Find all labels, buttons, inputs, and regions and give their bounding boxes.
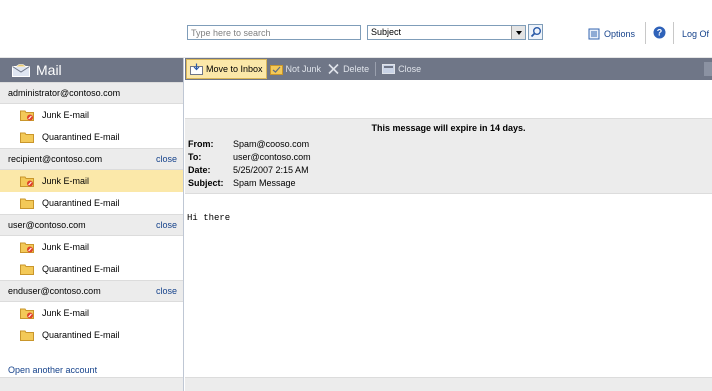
folder-quarantined-email[interactable]: Quarantined E-mail [0, 192, 183, 214]
folder-label: Quarantined E-mail [42, 330, 120, 340]
folder-label: Quarantined E-mail [42, 132, 120, 142]
account-header: recipient@contoso.com close [0, 148, 183, 170]
left-pane-footer [0, 377, 183, 391]
from-value: Spam@cooso.com [233, 139, 310, 149]
folder-label: Quarantined E-mail [42, 264, 120, 274]
options-label: Options [604, 29, 636, 39]
account-header: user@contoso.com close [0, 214, 183, 236]
close-account-link[interactable]: close [156, 154, 177, 164]
log-off-link[interactable]: Log Of [682, 27, 709, 41]
mail-icon [12, 63, 30, 77]
folder-label: Junk E-mail [42, 308, 90, 318]
message-header: This message will expire in 14 days. Fro… [185, 118, 712, 194]
message-toolbar: Move to Inbox Not Junk Delete Close [185, 58, 712, 80]
close-message-button[interactable]: Close [379, 59, 424, 79]
junk-folder-icon [20, 176, 34, 187]
navigation-pane: Mail administrator@contoso.com Junk E-ma… [0, 58, 184, 391]
move-to-inbox-icon [190, 63, 203, 75]
options-link[interactable]: Options [588, 27, 635, 41]
toolbar-overflow-handle[interactable] [704, 62, 712, 76]
message-body: Hi there [187, 213, 231, 223]
date-row: Date: 5/25/2007 2:15 AM [188, 165, 309, 175]
folder-quarantined-email[interactable]: Quarantined E-mail [0, 258, 183, 280]
open-another-account-link[interactable]: Open another account [8, 365, 97, 375]
account-email: user@contoso.com [8, 220, 86, 230]
junk-folder-icon [20, 110, 34, 121]
folder-icon [20, 198, 34, 209]
move-to-inbox-button[interactable]: Move to Inbox [186, 59, 267, 79]
expiry-notice: This message will expire in 14 days. [371, 123, 526, 133]
from-label: From: [188, 139, 214, 149]
from-row: From: Spam@cooso.com [188, 139, 309, 149]
search-scope-select[interactable]: Subject [367, 25, 526, 40]
close-account-link[interactable]: close [156, 220, 177, 230]
account-header: enduser@contoso.com close [0, 280, 183, 302]
folder-label: Junk E-mail [42, 242, 90, 252]
folder-label: Junk E-mail [42, 110, 90, 120]
junk-folder-icon [20, 242, 34, 253]
folder-icon [20, 330, 34, 341]
close-account-link[interactable]: close [156, 286, 177, 296]
svg-text:?: ? [657, 27, 663, 37]
date-value: 5/25/2007 2:15 AM [233, 165, 309, 175]
reading-pane-footer [185, 377, 712, 391]
search-icon [530, 27, 541, 38]
search-input[interactable] [187, 25, 361, 40]
delete-icon [328, 63, 339, 75]
delete-label: Delete [343, 64, 370, 74]
account-email: administrator@contoso.com [8, 88, 121, 98]
top-bar: Subject Options ? Log Of [0, 0, 712, 58]
log-off-label: Log Of [682, 29, 710, 39]
help-icon: ? [653, 26, 666, 38]
search-button[interactable] [528, 24, 543, 40]
not-junk-button[interactable]: Not Junk [267, 59, 325, 79]
folder-label: Quarantined E-mail [42, 198, 120, 208]
move-to-inbox-label: Move to Inbox [206, 64, 263, 74]
subject-row: Subject: Spam Message [188, 178, 296, 188]
account-email: recipient@contoso.com [8, 154, 103, 164]
folder-quarantined-email[interactable]: Quarantined E-mail [0, 126, 183, 148]
not-junk-label: Not Junk [285, 64, 322, 74]
folder-quarantined-email[interactable]: Quarantined E-mail [0, 324, 183, 346]
divider [645, 22, 646, 44]
to-row: To: user@contoso.com [188, 152, 311, 162]
folder-junk-email[interactable]: Junk E-mail [0, 170, 183, 192]
not-junk-icon [269, 65, 283, 75]
folder-junk-email[interactable]: Junk E-mail [0, 104, 183, 126]
account-header: administrator@contoso.com [0, 82, 183, 104]
date-label: Date: [188, 165, 211, 175]
to-value: user@contoso.com [233, 152, 311, 162]
close-message-icon [382, 64, 396, 74]
folder-junk-email[interactable]: Junk E-mail [0, 236, 183, 258]
account-email: enduser@contoso.com [8, 286, 101, 296]
mail-title: Mail [36, 62, 62, 78]
to-label: To: [188, 152, 202, 162]
divider [673, 22, 674, 44]
toolbar-divider [375, 62, 377, 76]
subject-label: Subject: [188, 178, 224, 188]
mail-header: Mail [0, 58, 183, 82]
folder-icon [20, 132, 34, 143]
close-label: Close [398, 64, 422, 74]
chevron-down-icon[interactable] [511, 26, 525, 39]
search-scope-value: Subject [371, 27, 402, 37]
options-icon [588, 28, 600, 40]
folder-icon [20, 264, 34, 275]
folder-label: Junk E-mail [42, 176, 90, 186]
delete-button[interactable]: Delete [324, 59, 372, 79]
folder-junk-email[interactable]: Junk E-mail [0, 302, 183, 324]
help-button[interactable]: ? [653, 25, 666, 39]
junk-folder-icon [20, 308, 34, 319]
subject-value: Spam Message [233, 178, 296, 188]
